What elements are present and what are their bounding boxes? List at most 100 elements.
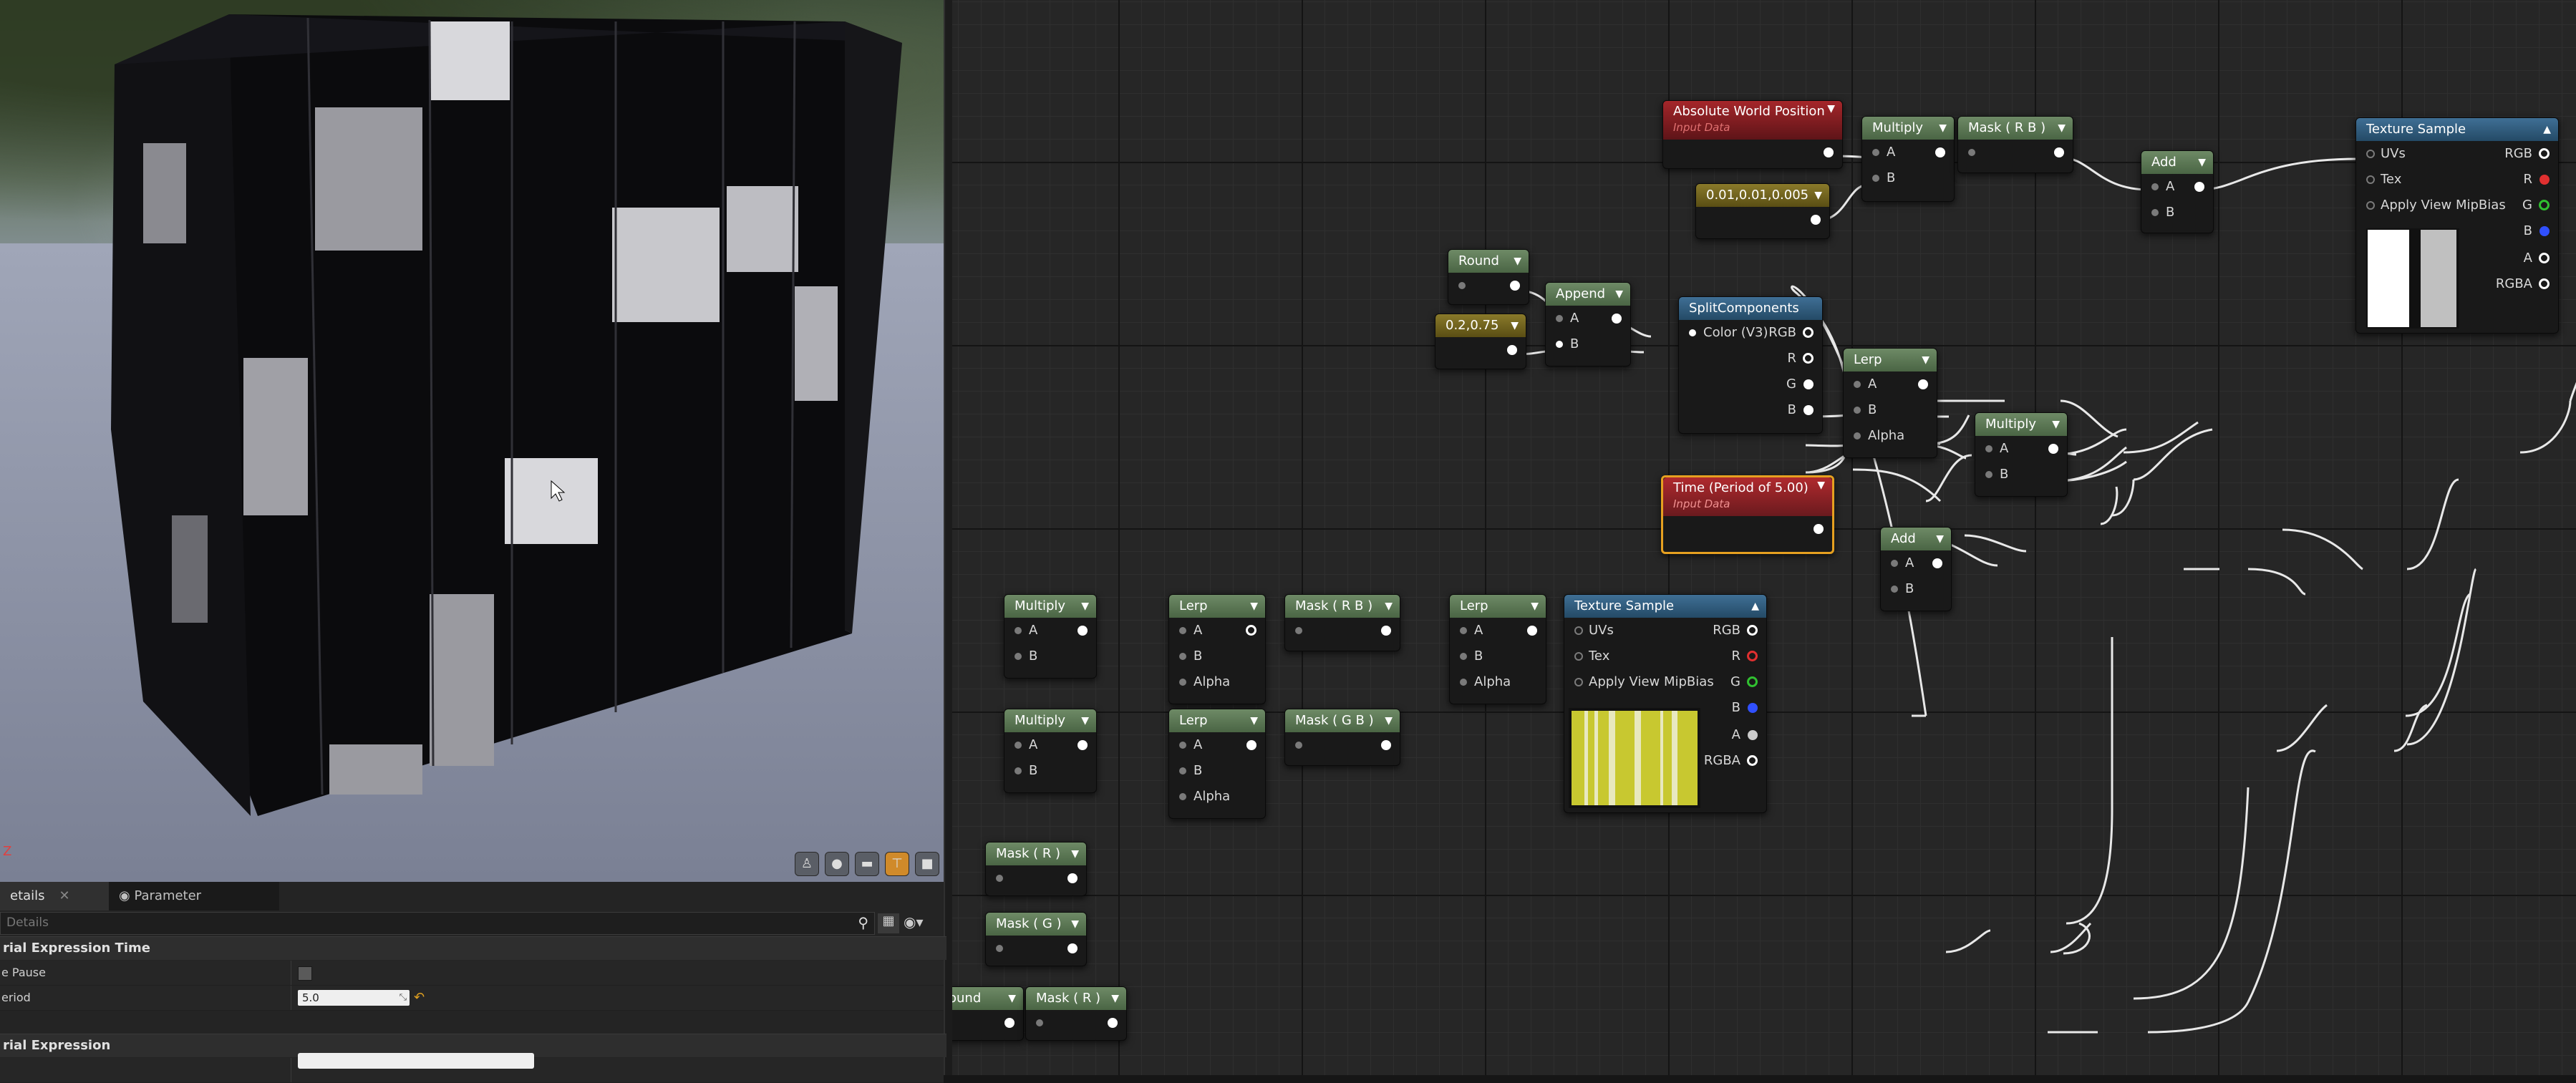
input-pin[interactable] bbox=[1689, 329, 1696, 336]
period-input[interactable]: 5.0 ⤡ bbox=[298, 990, 410, 1006]
output-pin[interactable] bbox=[2539, 253, 2550, 263]
input-pin[interactable] bbox=[1015, 767, 1022, 774]
output-pin[interactable] bbox=[1078, 740, 1088, 750]
output-pin[interactable] bbox=[1381, 626, 1391, 636]
chevron-down-icon[interactable]: ▼ bbox=[2058, 117, 2066, 140]
chevron-down-icon[interactable]: ▼ bbox=[1071, 842, 1079, 865]
input-pin[interactable] bbox=[1179, 742, 1186, 749]
input-pin[interactable] bbox=[1295, 627, 1302, 634]
node-round[interactable]: Round ▼ bbox=[1448, 249, 1529, 305]
output-pin[interactable] bbox=[2539, 278, 2550, 289]
output-pin[interactable] bbox=[1527, 626, 1537, 636]
output-pin[interactable] bbox=[1748, 703, 1758, 713]
plane-icon[interactable]: ▬ bbox=[855, 852, 879, 876]
input-pin[interactable] bbox=[1458, 282, 1466, 289]
chevron-down-icon[interactable]: ▼ bbox=[1081, 709, 1089, 732]
chevron-down-icon[interactable]: ▼ bbox=[1936, 528, 1944, 550]
output-pin[interactable] bbox=[1824, 147, 1834, 157]
output-pin[interactable] bbox=[1747, 651, 1758, 661]
output-pin[interactable] bbox=[1803, 379, 1814, 389]
output-pin[interactable] bbox=[1078, 626, 1088, 636]
chevron-down-icon[interactable]: ▼ bbox=[1071, 913, 1079, 936]
node-lerp[interactable]: Lerp ▼ A B Alpha bbox=[1843, 348, 1937, 458]
input-pin[interactable] bbox=[1460, 679, 1467, 686]
chevron-down-icon[interactable]: ▼ bbox=[1531, 595, 1539, 618]
material-graph-canvas[interactable]: Absolute World Position Input Data ▼ Multi… bbox=[952, 0, 2576, 1075]
chevron-down-icon[interactable]: ▼ bbox=[1511, 314, 1519, 337]
cylinder-icon[interactable]: ⊤ bbox=[885, 852, 909, 876]
input-pin[interactable] bbox=[1891, 586, 1898, 593]
chevron-down-icon[interactable]: ▼ bbox=[1514, 250, 1521, 273]
node-multiply[interactable]: Multiply ▼ A B bbox=[1861, 116, 1955, 202]
input-pin[interactable] bbox=[1574, 652, 1583, 661]
chevron-down-icon[interactable]: ▼ bbox=[1814, 184, 1822, 207]
output-pin[interactable] bbox=[1918, 379, 1928, 389]
input-pin[interactable] bbox=[1574, 678, 1583, 686]
chevron-down-icon[interactable]: ▼ bbox=[1008, 987, 1016, 1010]
output-pin[interactable] bbox=[1612, 314, 1622, 324]
node-time[interactable]: Time (Period of 5.00) Input Data ▼ bbox=[1661, 475, 1834, 554]
input-pin[interactable] bbox=[1854, 407, 1861, 414]
chevron-down-icon[interactable]: ▼ bbox=[1081, 595, 1089, 618]
output-pin[interactable] bbox=[1814, 524, 1824, 534]
chevron-down-icon[interactable]: ▼ bbox=[1111, 987, 1119, 1010]
input-pin[interactable] bbox=[1015, 653, 1022, 660]
cube-icon[interactable]: ■ bbox=[915, 852, 939, 876]
node-mask-r[interactable]: Mask ( R ) ▼ bbox=[985, 842, 1087, 896]
input-pin[interactable] bbox=[1295, 742, 1302, 749]
output-pin[interactable] bbox=[2194, 182, 2204, 192]
input-pin[interactable] bbox=[2151, 209, 2159, 216]
output-pin[interactable] bbox=[1932, 558, 1942, 568]
node-absolute-world-position[interactable]: Absolute World Position Input Data ▼ bbox=[1662, 100, 1843, 169]
output-pin[interactable] bbox=[1067, 873, 1078, 883]
close-icon[interactable]: ✕ bbox=[59, 888, 70, 903]
output-pin[interactable] bbox=[1381, 740, 1391, 750]
node-round[interactable]: ound ▼ bbox=[952, 986, 1024, 1041]
output-pin[interactable] bbox=[1803, 327, 1814, 338]
node-texture-sample[interactable]: Texture Sample ▲ UVs RGB Tex R Apply View M… bbox=[2355, 117, 2559, 334]
node-split-components[interactable]: SplitComponents Color (V3) RGB R G B bbox=[1678, 296, 1823, 434]
output-pin[interactable] bbox=[1803, 405, 1814, 415]
output-pin[interactable] bbox=[1747, 676, 1758, 687]
node-mask-g[interactable]: Mask ( G ) ▼ bbox=[985, 912, 1087, 966]
output-pin[interactable] bbox=[1935, 147, 1945, 157]
section-material-expression-time[interactable]: rial Expression Time bbox=[0, 936, 946, 960]
output-pin[interactable] bbox=[1246, 625, 1256, 636]
input-pin[interactable] bbox=[1556, 315, 1563, 322]
input-pin[interactable] bbox=[1556, 341, 1563, 348]
output-pin[interactable] bbox=[1748, 730, 1758, 740]
chevron-down-icon[interactable]: ▼ bbox=[1939, 117, 1947, 140]
chevron-down-icon[interactable]: ▼ bbox=[1385, 709, 1393, 732]
output-pin[interactable] bbox=[1811, 215, 1821, 225]
output-pin[interactable] bbox=[1108, 1018, 1118, 1028]
input-pin[interactable] bbox=[1985, 471, 1992, 478]
node-mask-r[interactable]: Mask ( R ) ▼ bbox=[1025, 986, 1127, 1041]
input-pin[interactable] bbox=[1179, 793, 1186, 800]
grid-view-icon[interactable]: ▦ bbox=[878, 913, 899, 933]
chevron-down-icon[interactable]: ▼ bbox=[1922, 349, 1929, 371]
input-pin[interactable] bbox=[1854, 432, 1861, 439]
node-lerp[interactable]: Lerp ▼ A B Alpha bbox=[1449, 594, 1546, 704]
node-multiply[interactable]: Multiply ▼ A B bbox=[1975, 412, 2068, 497]
chevron-up-icon[interactable]: ▲ bbox=[2543, 118, 2551, 141]
node-texture-sample[interactable]: Texture Sample ▲ UVs RGB Tex R Apply View M… bbox=[1564, 594, 1767, 813]
chevron-up-icon[interactable]: ▲ bbox=[1751, 595, 1759, 618]
output-pin[interactable] bbox=[2539, 148, 2550, 159]
node-add[interactable]: Add ▼ A B bbox=[2141, 150, 2214, 233]
input-pin[interactable] bbox=[1872, 175, 1879, 182]
node-append[interactable]: Append ▼ A B bbox=[1545, 282, 1631, 366]
input-pin[interactable] bbox=[1968, 149, 1975, 156]
node-lerp[interactable]: Lerp ▼ A B Alpha bbox=[1168, 709, 1266, 819]
input-pin[interactable] bbox=[1574, 626, 1583, 635]
chevron-down-icon[interactable]: ▼ bbox=[1615, 283, 1623, 306]
person-icon[interactable]: ♙ bbox=[795, 852, 819, 876]
material-preview-viewport[interactable]: Z ♙ ● ▬ ⊤ ■ bbox=[0, 0, 944, 882]
input-pin[interactable] bbox=[996, 875, 1003, 882]
output-pin[interactable] bbox=[1747, 755, 1758, 766]
chevron-down-icon[interactable]: ▼ bbox=[1817, 477, 1825, 493]
input-pin[interactable] bbox=[2366, 150, 2375, 158]
search-icon[interactable]: ⚲ bbox=[858, 914, 868, 931]
node-constant-02-075[interactable]: 0.2,0.75 ▼ bbox=[1435, 314, 1526, 369]
input-pin[interactable] bbox=[996, 945, 1003, 952]
pause-checkbox[interactable] bbox=[298, 966, 312, 981]
